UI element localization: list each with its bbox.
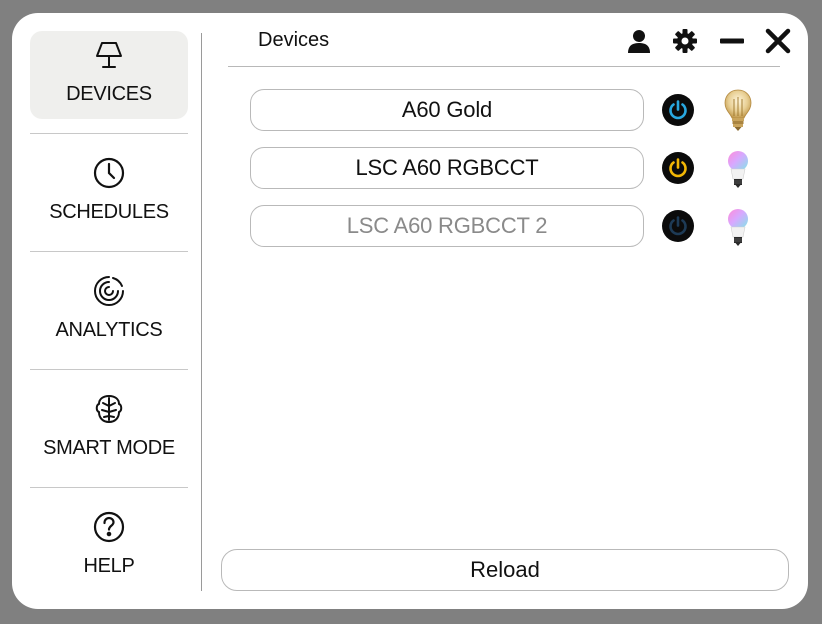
- sidebar-item-help[interactable]: HELP: [30, 503, 188, 591]
- sidebar-item-label: SMART MODE: [43, 437, 175, 459]
- sidebar-item-label: DEVICES: [66, 83, 152, 105]
- sidebar-item-label: HELP: [83, 555, 135, 577]
- sidebar: DEVICES SCHEDULES ANALYTICS SMART MODE H…: [30, 31, 188, 591]
- help-icon: [91, 509, 127, 545]
- reload-button[interactable]: Reload: [221, 549, 789, 591]
- gear-icon: [673, 29, 697, 53]
- lamp-icon: [91, 37, 127, 73]
- sidebar-divider: [30, 133, 188, 134]
- sidebar-separator: [201, 33, 202, 591]
- app-window: DEVICES SCHEDULES ANALYTICS SMART MODE H…: [12, 13, 808, 609]
- close-icon: [765, 28, 791, 54]
- sidebar-item-label: ANALYTICS: [55, 319, 163, 341]
- close-button[interactable]: [764, 27, 792, 55]
- sidebar-divider: [30, 487, 188, 488]
- device-name-field[interactable]: LSC A60 RGBCCT: [250, 147, 644, 189]
- sidebar-item-smart-mode[interactable]: SMART MODE: [30, 385, 188, 473]
- brain-icon: [91, 391, 127, 427]
- device-name-field[interactable]: LSC A60 RGBCCT 2: [250, 205, 644, 247]
- minimize-icon: [720, 38, 744, 44]
- sidebar-item-schedules[interactable]: SCHEDULES: [30, 149, 188, 237]
- clock-icon: [91, 155, 127, 191]
- device-row: LSC A60 RGBCCT: [250, 147, 770, 189]
- minimize-button[interactable]: [718, 27, 746, 55]
- header-divider: [228, 66, 780, 67]
- page-title: Devices: [258, 29, 330, 51]
- rgb-bulb-icon: [728, 151, 748, 188]
- power-button[interactable]: [662, 94, 694, 126]
- user-icon: [628, 30, 650, 53]
- power-icon: [669, 216, 687, 236]
- sidebar-item-devices[interactable]: DEVICES: [30, 31, 188, 119]
- sidebar-item-analytics[interactable]: ANALYTICS: [30, 267, 188, 355]
- spiral-icon: [91, 273, 127, 309]
- device-row: A60 Gold: [250, 89, 770, 131]
- sidebar-item-label: SCHEDULES: [49, 201, 169, 223]
- device-name-field[interactable]: A60 Gold: [250, 89, 644, 131]
- sidebar-divider: [30, 369, 188, 370]
- power-icon: [669, 100, 687, 120]
- settings-button[interactable]: [671, 27, 699, 55]
- power-icon: [669, 158, 687, 178]
- power-button[interactable]: [662, 210, 694, 242]
- power-button[interactable]: [662, 152, 694, 184]
- user-button[interactable]: [625, 27, 653, 55]
- device-row: LSC A60 RGBCCT 2: [250, 205, 770, 247]
- filament-bulb-icon: [724, 89, 752, 131]
- rgb-bulb-icon: [728, 209, 748, 246]
- sidebar-divider: [30, 251, 188, 252]
